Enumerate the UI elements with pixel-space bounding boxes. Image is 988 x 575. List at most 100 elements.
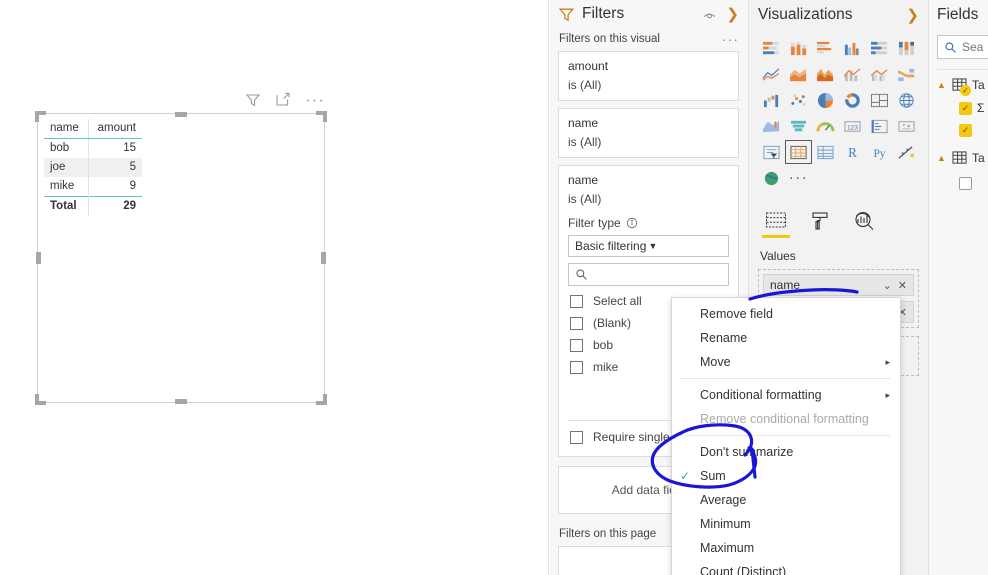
fields-tree-column-2[interactable] bbox=[937, 177, 988, 190]
column-header-amount[interactable]: amount bbox=[87, 119, 142, 139]
checkbox-checked[interactable]: ✓ bbox=[959, 124, 972, 137]
chevron-down-icon[interactable]: ⌄ bbox=[883, 279, 892, 292]
filter-icon[interactable] bbox=[245, 92, 261, 108]
field-chip-name[interactable]: name ⌄ ✕ bbox=[763, 274, 914, 296]
viz-r-script-visual-icon[interactable]: R bbox=[839, 140, 866, 164]
checkbox-unchecked[interactable] bbox=[959, 177, 972, 190]
viz-matrix-visual-icon[interactable] bbox=[812, 140, 839, 164]
ctx-conditional-formatting[interactable]: Conditional formatting ▸ bbox=[672, 383, 900, 407]
viz-kpi-visual-icon[interactable] bbox=[893, 114, 920, 138]
viz-clustered-column-chart-icon[interactable] bbox=[839, 36, 866, 60]
filter-card-amount[interactable]: amount is (All) bbox=[558, 51, 739, 101]
checkbox[interactable] bbox=[570, 338, 583, 352]
resize-handle-top-left[interactable] bbox=[35, 111, 46, 122]
viz-treemap-chart-icon[interactable] bbox=[866, 88, 893, 112]
viz-stacked-bar-chart-icon[interactable] bbox=[758, 36, 785, 60]
focus-mode-icon[interactable] bbox=[275, 92, 291, 108]
tab-format[interactable] bbox=[808, 210, 832, 238]
collapse-visualizations-pane-button[interactable]: ❯ bbox=[906, 8, 919, 23]
column-header-name[interactable]: name bbox=[44, 119, 88, 139]
resize-handle-right[interactable] bbox=[321, 252, 326, 264]
viz-line-stacked-column-chart-icon[interactable] bbox=[839, 62, 866, 86]
fields-tree-table-1[interactable]: ▲ ✓ Ta bbox=[937, 78, 988, 96]
viz-100-stacked-column-chart-icon[interactable] bbox=[893, 36, 920, 60]
checkbox[interactable] bbox=[570, 294, 583, 308]
filter-card-name[interactable]: name is (All) bbox=[558, 108, 739, 158]
visualizations-pane-title: Visualizations bbox=[758, 6, 853, 23]
viz-python-visual-icon[interactable]: Py bbox=[866, 140, 893, 164]
ctx-remove-field[interactable]: Remove field bbox=[672, 302, 900, 326]
filters-section-more-button[interactable]: ··· bbox=[722, 32, 739, 46]
data-table[interactable]: name amount bob 15 joe 5 mike 9 Total 29 bbox=[44, 119, 142, 216]
visualizations-pane-tabs bbox=[762, 206, 919, 238]
checkbox[interactable] bbox=[570, 316, 583, 330]
viz-donut-chart-icon[interactable] bbox=[839, 88, 866, 112]
viz-filled-map-chart-icon[interactable] bbox=[758, 114, 785, 138]
resize-handle-bottom-left[interactable] bbox=[35, 394, 46, 405]
filter-type-select[interactable]: Basic filtering ▼ bbox=[568, 235, 729, 257]
checkbox[interactable] bbox=[570, 430, 583, 444]
viz-table-visual-icon[interactable] bbox=[785, 140, 812, 164]
ctx-count-distinct[interactable]: Count (Distinct) bbox=[672, 560, 900, 575]
checkbox[interactable] bbox=[570, 360, 583, 374]
viz-clustered-bar-chart-icon[interactable] bbox=[812, 36, 839, 60]
viz-multi-row-card-icon[interactable] bbox=[866, 114, 893, 138]
visual-more-options-button[interactable]: ··· bbox=[305, 91, 325, 108]
viz-stacked-area-chart-icon[interactable] bbox=[812, 62, 839, 86]
table-row[interactable]: mike 9 bbox=[44, 177, 142, 197]
fields-tree-table-2[interactable]: ▲ Ta bbox=[937, 151, 988, 165]
ctx-average[interactable]: Average bbox=[672, 488, 900, 512]
checkbox-checked[interactable]: ✓ bbox=[959, 101, 972, 115]
remove-field-icon[interactable]: ✕ bbox=[898, 279, 907, 292]
viz-area-chart-icon[interactable] bbox=[785, 62, 812, 86]
ctx-dont-summarize[interactable]: Don't summarize bbox=[672, 440, 900, 464]
viz-100-stacked-bar-chart-icon[interactable] bbox=[866, 36, 893, 60]
resize-handle-top[interactable] bbox=[175, 112, 187, 117]
eye-hide-icon[interactable] bbox=[702, 7, 717, 22]
viz-stacked-column-chart-icon[interactable] bbox=[785, 36, 812, 60]
visual-header: ··· bbox=[245, 91, 325, 108]
report-canvas[interactable]: ··· name amount bob 15 joe 5 mike 9 Tota… bbox=[0, 0, 548, 575]
resize-handle-left[interactable] bbox=[36, 252, 41, 264]
info-icon[interactable] bbox=[626, 217, 638, 229]
viz-key-influencers-visual-icon[interactable] bbox=[893, 140, 920, 164]
viz-scatter-chart-icon[interactable] bbox=[785, 88, 812, 112]
field-context-menu[interactable]: Remove field Rename Move ▸ Conditional f… bbox=[671, 297, 901, 575]
tab-fields[interactable] bbox=[762, 210, 790, 238]
viz-pie-chart-icon[interactable] bbox=[812, 88, 839, 112]
viz-gauge-chart-icon[interactable] bbox=[812, 114, 839, 138]
ctx-move[interactable]: Move ▸ bbox=[672, 350, 900, 374]
viz-more-label: ··· bbox=[788, 169, 809, 186]
table-row[interactable]: joe 5 bbox=[44, 158, 142, 177]
fields-search-box[interactable]: Sea bbox=[937, 35, 988, 59]
resize-handle-top-right[interactable] bbox=[316, 111, 327, 122]
viz-more-visuals-button[interactable]: ··· bbox=[785, 166, 812, 190]
ctx-minimum[interactable]: Minimum bbox=[672, 512, 900, 536]
ctx-maximum[interactable]: Maximum bbox=[672, 536, 900, 560]
ctx-sum[interactable]: ✓ Sum bbox=[672, 464, 900, 488]
chevron-up-icon[interactable]: ▲ bbox=[937, 153, 947, 163]
resize-handle-bottom[interactable] bbox=[175, 399, 187, 404]
table-visual-container[interactable]: name amount bob 15 joe 5 mike 9 Total 29 bbox=[35, 111, 327, 405]
viz-funnel-chart-icon[interactable] bbox=[785, 114, 812, 138]
filter-search-box[interactable] bbox=[568, 263, 729, 286]
viz-azure-map-visual-icon[interactable] bbox=[758, 166, 785, 190]
viz-card-visual-icon[interactable]: 123 bbox=[839, 114, 866, 138]
fields-tree-column[interactable]: ✓ bbox=[937, 124, 988, 137]
viz-map-chart-icon[interactable] bbox=[893, 88, 920, 112]
viz-slicer-visual-icon[interactable] bbox=[758, 140, 785, 164]
viz-ribbon-chart-icon[interactable] bbox=[893, 62, 920, 86]
cell-amount: 5 bbox=[87, 158, 142, 177]
fields-tree-table-label: Ta bbox=[972, 78, 985, 92]
viz-line-clustered-column-chart-icon[interactable] bbox=[866, 62, 893, 86]
chevron-up-icon[interactable]: ▲ bbox=[937, 80, 947, 90]
fields-tree-measure[interactable]: ✓ Σ bbox=[937, 101, 988, 115]
tab-analytics[interactable] bbox=[852, 210, 876, 238]
viz-line-chart-icon[interactable] bbox=[758, 62, 785, 86]
resize-handle-bottom-right[interactable] bbox=[316, 394, 327, 405]
viz-waterfall-chart-icon[interactable] bbox=[758, 88, 785, 112]
ctx-rename[interactable]: Rename bbox=[672, 326, 900, 350]
fields-icon bbox=[766, 212, 786, 228]
collapse-filters-pane-button[interactable]: ❯ bbox=[726, 7, 739, 22]
table-row[interactable]: bob 15 bbox=[44, 138, 142, 158]
